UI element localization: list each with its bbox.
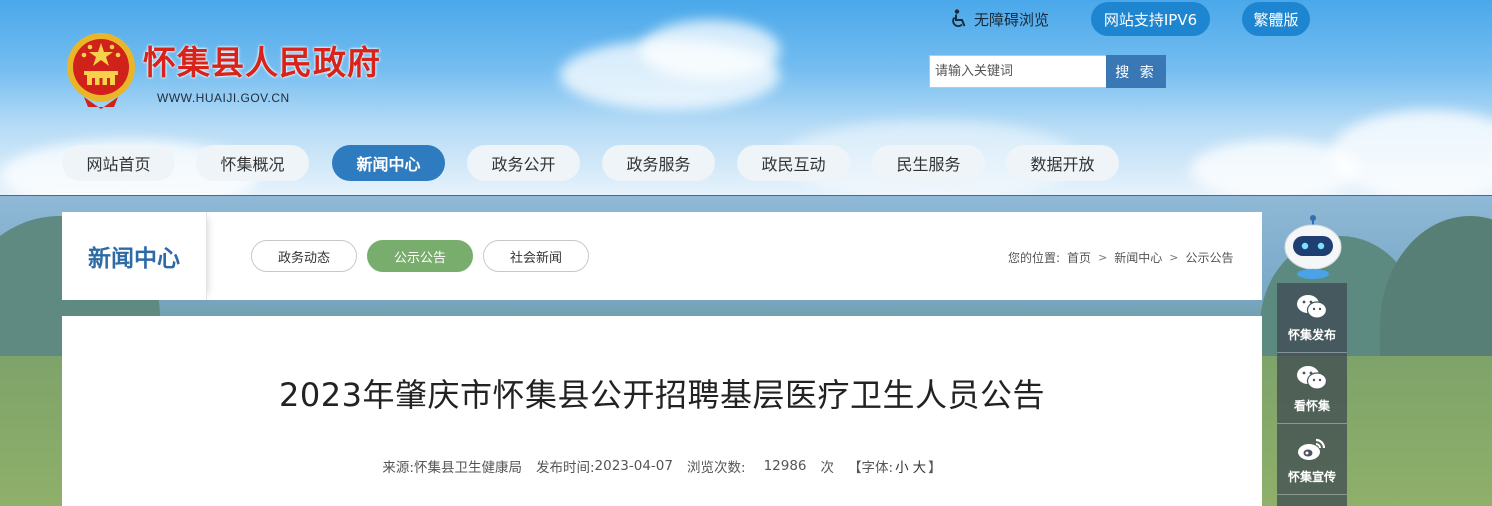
site-url: WWW.HUAIJI.GOV.CN	[157, 91, 290, 105]
nav-news-center[interactable]: 新闻中心	[332, 145, 445, 181]
nav-open-data[interactable]: 数据开放	[1006, 145, 1119, 181]
search-input[interactable]	[929, 55, 1107, 88]
breadcrumb-home[interactable]: 首页	[1067, 249, 1091, 266]
font-size-close: 】	[928, 460, 942, 476]
tab-gov-news[interactable]: 政务动态	[251, 240, 357, 272]
site-title[interactable]: 怀集县人民政府	[143, 36, 381, 84]
date-value: 2023-04-07	[594, 458, 673, 474]
robot-assistant-icon[interactable]	[1278, 214, 1348, 284]
font-large-button[interactable]: 大	[911, 456, 929, 476]
nav-overview[interactable]: 怀集概况	[196, 145, 309, 181]
views-unit: 次	[820, 460, 835, 476]
breadcrumb-separator: >	[1098, 250, 1108, 264]
wechat-icon	[1297, 295, 1328, 319]
source-label: 来源:	[382, 460, 414, 476]
nav-home[interactable]: 网站首页	[62, 145, 175, 181]
breadcrumb: 您的位置: 首页 > 新闻中心 > 公示公告	[1008, 248, 1234, 266]
side-item-label: 怀集宣传	[1287, 470, 1336, 484]
accessibility-label: 无障碍浏览	[974, 10, 1050, 29]
nav-livelihood[interactable]: 民生服务	[872, 145, 985, 181]
breadcrumb-announcements[interactable]: 公示公告	[1186, 249, 1234, 266]
article-title: 2023年肇庆市怀集县公开招聘基层医疗卫生人员公告	[279, 376, 1045, 414]
weibo-icon	[1298, 438, 1326, 460]
font-small-button[interactable]: 小	[893, 456, 911, 476]
national-emblem-icon	[67, 33, 135, 109]
views-label: 浏览次数:	[687, 460, 746, 476]
side-item-label: 怀集发布	[1287, 328, 1336, 342]
nav-gov-services[interactable]: 政务服务	[602, 145, 715, 181]
breadcrumb-prefix: 您的位置:	[1008, 250, 1061, 265]
wechat-icon	[1297, 366, 1328, 390]
ipv6-button[interactable]: 网站支持IPV6	[1091, 2, 1210, 36]
breadcrumb-separator: >	[1169, 250, 1179, 264]
section-title: 新闻中心	[62, 212, 207, 300]
traditional-chinese-button[interactable]: 繁體版	[1242, 2, 1310, 36]
tab-announcements[interactable]: 公示公告	[367, 240, 473, 272]
side-item-watch-huaiji[interactable]: 看怀集	[1277, 354, 1347, 424]
source-value: 怀集县卫生健康局	[413, 460, 522, 476]
side-item-huaiji-release[interactable]: 怀集发布	[1277, 283, 1347, 353]
side-item-huaiji-publicity[interactable]: 怀集宣传	[1277, 425, 1347, 495]
side-item-label: 看怀集	[1293, 399, 1330, 413]
views-value: 12986	[763, 458, 807, 474]
nav-gov-affairs[interactable]: 政务公开	[467, 145, 580, 181]
date-label: 发布时间:	[535, 460, 595, 476]
accessibility-link[interactable]: 无障碍浏览	[950, 8, 1049, 30]
article-meta: 来源: 怀集县卫生健康局 发布时间: 2023-04-07 浏览次数: 1298…	[62, 456, 1262, 476]
font-size-label: 【字体:	[848, 460, 894, 476]
breadcrumb-news-center[interactable]: 新闻中心	[1114, 249, 1162, 266]
wheelchair-icon	[952, 9, 966, 27]
search-button[interactable]: 搜 索	[1106, 55, 1166, 88]
nav-interaction[interactable]: 政民互动	[737, 145, 850, 181]
tab-social-news[interactable]: 社会新闻	[483, 240, 589, 272]
